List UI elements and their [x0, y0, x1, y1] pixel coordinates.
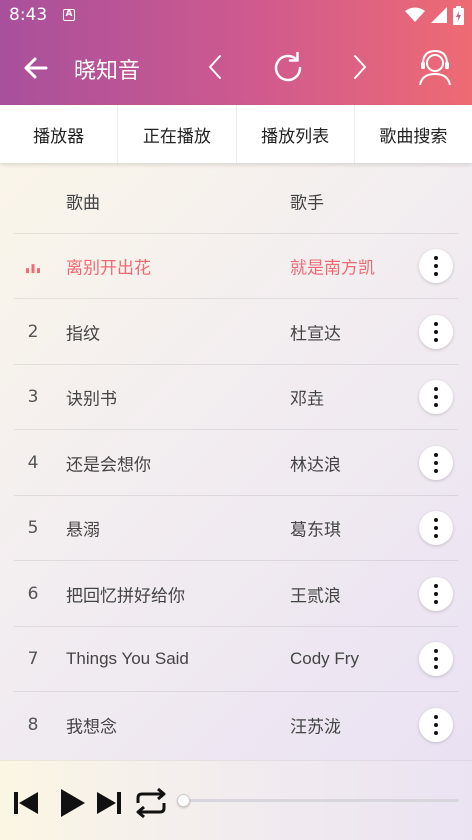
song-artist: 林达浪 [290, 455, 341, 475]
track-number: 4 [27, 452, 39, 473]
song-title: 我想念 [66, 717, 117, 737]
app-title: 晓知音 [74, 59, 141, 84]
dot [434, 534, 438, 539]
skip-previous-icon[interactable] [12, 789, 40, 817]
tab-bar: 播放器 正在播放 播放列表 歌曲搜索 [0, 105, 472, 163]
dot [434, 518, 438, 523]
dot [434, 329, 438, 334]
dot [434, 526, 438, 531]
song-artist: 王贰浪 [290, 586, 341, 606]
table-row[interactable]: 5 悬溺 葛东琪 [0, 496, 472, 561]
back-arrow-icon[interactable] [22, 54, 50, 82]
dot [434, 395, 438, 400]
song-title: 悬溺 [66, 520, 100, 540]
tab-song-search[interactable]: 歌曲搜索 [355, 105, 472, 163]
dot [434, 321, 438, 326]
table-row[interactable]: 3 诀别书 邓垚 [0, 365, 472, 430]
chevron-right-icon[interactable] [348, 52, 372, 82]
status-bar: 8:43 A [0, 0, 472, 30]
now-playing-equalizer-icon [26, 264, 40, 274]
dot [434, 591, 438, 596]
song-artist: 葛东琪 [290, 520, 341, 540]
table-row[interactable]: 2 指纹 杜宣达 [0, 299, 472, 365]
progress-bar[interactable] [183, 799, 459, 802]
track-number: 8 [27, 714, 39, 735]
app-bar: 晓知音 [0, 30, 472, 105]
repeat-icon[interactable] [134, 787, 168, 819]
header-song: 歌曲 [66, 193, 100, 213]
dot [434, 460, 438, 465]
table-row[interactable]: 8 我想念 汪苏泷 [0, 692, 472, 758]
dot [434, 649, 438, 654]
track-number: 7 [27, 649, 39, 670]
tab-now-playing[interactable]: 正在播放 [118, 105, 237, 163]
more-options-button[interactable] [419, 642, 453, 677]
song-title: 还是会想你 [66, 455, 151, 475]
table-row[interactable]: 6 把回忆拼好给你 王贰浪 [0, 561, 472, 627]
dot [434, 722, 438, 727]
dot [434, 665, 438, 670]
more-options-button[interactable] [419, 445, 453, 480]
song-title: 诀别书 [66, 389, 117, 409]
player-bar [0, 760, 472, 840]
status-time: 8:43 [9, 5, 48, 25]
dot [434, 452, 438, 457]
user-service-icon[interactable] [416, 47, 454, 87]
song-title: 指纹 [66, 324, 100, 344]
song-artist: 邓垚 [290, 389, 324, 409]
skip-next-icon[interactable] [95, 789, 123, 817]
cell-signal-icon [431, 7, 447, 23]
dot [434, 337, 438, 342]
more-options-button[interactable] [419, 576, 453, 611]
dot [434, 387, 438, 392]
track-number: 3 [27, 387, 39, 408]
table-row[interactable]: 4 还是会想你 林达浪 [0, 430, 472, 496]
header-artist: 歌手 [290, 193, 324, 213]
song-artist: 就是南方凯 [290, 258, 375, 278]
song-artist: 杜宣达 [290, 324, 341, 344]
progress-thumb[interactable] [177, 794, 190, 807]
table-row[interactable]: 7 Things You Said Cody Fry [0, 627, 472, 692]
dot [434, 264, 438, 269]
more-options-button[interactable] [419, 249, 453, 284]
dot [434, 599, 438, 604]
dot [434, 403, 438, 408]
more-options-button[interactable] [419, 707, 453, 742]
song-title: 离别开出花 [66, 258, 151, 278]
more-options-button[interactable] [419, 380, 453, 415]
list-header: 歌曲 歌手 [0, 168, 472, 234]
dot [434, 256, 438, 261]
more-options-button[interactable] [419, 314, 453, 349]
dot [434, 583, 438, 588]
track-number: 5 [27, 518, 39, 539]
tab-playlist[interactable]: 播放列表 [237, 105, 355, 163]
song-artist: 汪苏泷 [290, 717, 341, 737]
tab-player[interactable]: 播放器 [0, 105, 119, 163]
song-artist: Cody Fry [290, 649, 359, 669]
track-number: 2 [27, 321, 39, 342]
dot [434, 714, 438, 719]
notification-icon: A [63, 9, 75, 21]
dot [434, 272, 438, 277]
more-options-button[interactable] [419, 511, 453, 546]
dot [434, 468, 438, 473]
table-row[interactable]: 离别开出花 就是南方凯 [0, 234, 472, 299]
chevron-left-icon[interactable] [203, 52, 227, 82]
song-title: 把回忆拼好给你 [66, 586, 185, 606]
dot [434, 657, 438, 662]
app-header: 8:43 A 晓知音 [0, 0, 472, 105]
dot [434, 730, 438, 735]
battery-charging-icon [453, 5, 464, 25]
wifi-icon [405, 7, 425, 22]
status-icons [405, 5, 464, 25]
track-number: 6 [27, 583, 39, 604]
song-list: 歌曲 歌手 离别开出花 就是南方凯 2 指纹 杜宣达 3 诀别书 邓垚 4 还是… [0, 168, 472, 760]
play-icon[interactable] [56, 787, 88, 819]
song-title: Things You Said [66, 649, 189, 669]
refresh-icon[interactable] [270, 50, 306, 86]
